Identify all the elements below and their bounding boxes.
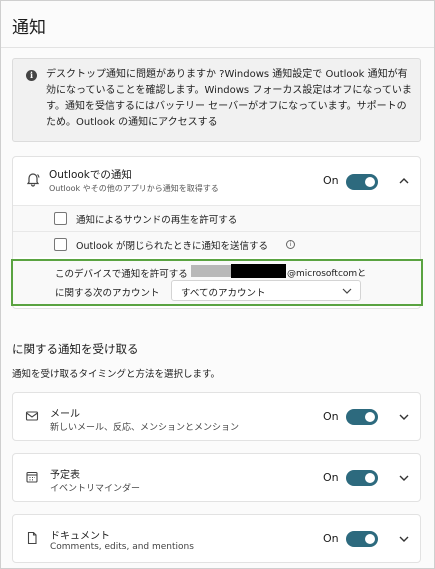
info-icon[interactable]: i bbox=[286, 240, 295, 249]
device-notify-label: このデバイスで通知を許可する bbox=[55, 269, 188, 280]
mail-icon bbox=[25, 409, 39, 423]
email-domain: @microsoftcomと bbox=[287, 269, 367, 279]
sound-checkbox[interactable] bbox=[54, 212, 67, 225]
option-row-closed: Outlook が閉じられたときに通知を送信する i bbox=[13, 231, 420, 257]
info-banner: i デスクトップ通知に問題がありますか ?Windows 通知設定で Outlo… bbox=[12, 58, 421, 142]
receive-heading: に関する通知を受け取る bbox=[12, 342, 139, 356]
notification-bell-icon bbox=[25, 171, 41, 187]
category-title: 予定表 bbox=[50, 470, 80, 481]
outlook-notifications-subtitle: Outlook やその他のアプリから通知を取得する bbox=[49, 184, 219, 193]
info-banner-text: デスクトップ通知に問題がありますか ?Windows 通知設定で Outlook… bbox=[46, 69, 412, 128]
mail-toggle[interactable] bbox=[346, 409, 378, 425]
chevron-down-icon[interactable] bbox=[397, 532, 411, 546]
documents-toggle[interactable] bbox=[346, 531, 378, 547]
calendar-icon bbox=[25, 470, 39, 484]
category-subtitle: イベントリマインダー bbox=[50, 484, 141, 494]
device-account-highlight: このデバイスで通知を許可する @microsoftcomと に関する次のアカウン… bbox=[11, 259, 423, 306]
receive-subheading: 通知を受け取るタイミングと方法を選択します。 bbox=[12, 369, 221, 380]
redacted-email bbox=[231, 264, 286, 278]
mail-toggle-label: On bbox=[323, 410, 339, 423]
settings-panel: 通知 i デスクトップ通知に問題がありますか ?Windows 通知設定で Ou… bbox=[0, 0, 435, 569]
chevron-down-icon bbox=[341, 285, 353, 297]
category-title: メール bbox=[50, 409, 80, 420]
category-title: ドキュメント bbox=[50, 531, 110, 542]
category-documents[interactable]: ドキュメント Comments, edits, and mentions On bbox=[12, 514, 421, 563]
chevron-up-icon[interactable] bbox=[397, 174, 411, 188]
account-select[interactable]: すべてのアカウント bbox=[171, 280, 361, 301]
chevron-down-icon[interactable] bbox=[397, 471, 411, 485]
outlook-toggle-label: On bbox=[323, 174, 339, 187]
category-subtitle: 新しいメール、反応、メンションとメンション bbox=[50, 423, 240, 433]
outlook-notifications-header[interactable]: Outlookでの通知 Outlook やその他のアプリから通知を取得する On bbox=[13, 157, 420, 204]
account-label: に関する次のアカウント bbox=[55, 288, 160, 299]
title-divider bbox=[1, 47, 434, 48]
calendar-toggle[interactable] bbox=[346, 470, 378, 486]
closed-notify-checkbox[interactable] bbox=[54, 238, 67, 251]
category-subtitle: Comments, edits, and mentions bbox=[50, 542, 194, 552]
option-row-sound: 通知によるサウンドの再生を許可する bbox=[13, 205, 420, 231]
documents-toggle-label: On bbox=[323, 532, 339, 545]
category-calendar[interactable]: 予定表 イベントリマインダー On bbox=[12, 453, 421, 502]
account-select-value: すべてのアカウント bbox=[181, 288, 266, 299]
page-title: 通知 bbox=[12, 18, 46, 38]
outlook-notifications-toggle[interactable] bbox=[346, 174, 378, 190]
calendar-toggle-label: On bbox=[323, 471, 339, 484]
sound-option-label: 通知によるサウンドの再生を許可する bbox=[76, 215, 238, 226]
closed-notify-label: Outlook が閉じられたときに通知を送信する bbox=[76, 241, 269, 252]
category-mail[interactable]: メール 新しいメール、反応、メンションとメンション On bbox=[12, 392, 421, 441]
outlook-notifications-title: Outlookでの通知 bbox=[49, 169, 132, 181]
chevron-down-icon[interactable] bbox=[397, 410, 411, 424]
info-icon: i bbox=[26, 70, 37, 81]
document-icon bbox=[25, 531, 39, 545]
